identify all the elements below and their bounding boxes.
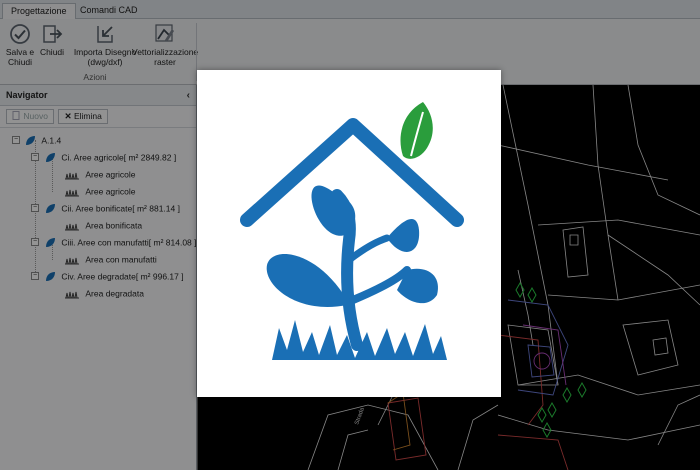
cad-road-label: Strada	[354, 406, 366, 425]
collapse-node-icon[interactable]: −	[31, 153, 39, 161]
house-plant-logo-icon	[240, 102, 464, 360]
navigator-panel: Navigator ‹ Nuovo ✕ Elimina − A.1.4 − Ci…	[0, 85, 197, 470]
leaf-icon	[46, 237, 55, 247]
tree-item[interactable]: Aree agricole	[0, 166, 196, 183]
tree-group[interactable]: − Ciii. Aree con manufatti[ m² 814.08 ]	[0, 234, 197, 251]
tree-item-label: Area bonificata	[85, 220, 143, 231]
tree-item[interactable]: Area degradata	[0, 285, 196, 302]
tree-group-label: Cii. Aree bonificate[ m² 881.14 ]	[61, 203, 180, 214]
collapse-node-icon[interactable]: −	[31, 238, 39, 246]
tree-group-label: Ciii. Aree con manufatti[ m² 814.08 ]	[61, 237, 197, 248]
grass-area-icon	[65, 223, 79, 231]
delete-button-label: Elimina	[73, 111, 102, 121]
delete-button[interactable]: ✕ Elimina	[58, 109, 108, 124]
grass-area-icon	[65, 172, 79, 180]
grass-area-icon	[65, 257, 79, 265]
green-leaf-icon	[400, 102, 433, 159]
vectorize-raster-button[interactable]: Vettorializzazione raster	[132, 22, 198, 67]
tree-group-label: Civ. Aree degradate[ m² 996.17 ]	[61, 271, 184, 282]
collapse-panel-icon[interactable]: ‹	[187, 85, 190, 106]
navigator-title: Navigator	[6, 90, 48, 100]
navigator-tree: − A.1.4 − Ci. Aree agricole[ m² 2849.82 …	[0, 128, 197, 302]
tree-group-label: Ci. Aree agricole[ m² 2849.82 ]	[61, 152, 177, 163]
import-arrow-icon	[97, 26, 113, 43]
collapse-node-icon[interactable]: −	[31, 272, 39, 280]
save-and-close-label-2: Chiudi	[7, 57, 33, 67]
import-drawing-label-2: (dwg/dxf)	[87, 57, 123, 67]
tree-item-label: Aree agricole	[85, 186, 136, 197]
close-label: Chiudi	[39, 47, 65, 57]
leaf-icon	[46, 271, 55, 281]
collapse-node-icon[interactable]: −	[31, 204, 39, 212]
tree-group[interactable]: − Civ. Aree degradate[ m² 996.17 ]	[0, 268, 196, 285]
vectorize-raster-label-2: raster	[154, 57, 176, 67]
ribbon-tab-bar: Progettazione Comandi CAD	[0, 0, 700, 19]
new-button[interactable]: Nuovo	[6, 109, 54, 124]
collapse-node-icon[interactable]: −	[12, 136, 20, 144]
grass-area-icon	[65, 291, 79, 299]
tree-item[interactable]: Aree agricole	[0, 183, 196, 200]
tree-item-label: Aree agricole	[85, 169, 136, 180]
app-logo-card	[197, 70, 501, 397]
navigator-header: Navigator ‹	[0, 85, 196, 106]
save-and-close-label-1: Salva e	[5, 47, 35, 57]
tree-item[interactable]: Area bonificata	[0, 217, 196, 234]
tree-item-label: Area degradata	[85, 288, 144, 299]
vectorize-raster-label-1: Vettorializzazione	[132, 47, 199, 57]
tree-root[interactable]: − A.1.4	[0, 132, 196, 149]
new-button-label: Nuovo	[23, 111, 48, 121]
tree-root-label: A.1.4	[41, 135, 62, 146]
tab-comandi-cad[interactable]: Comandi CAD	[72, 3, 146, 19]
leaf-icon	[46, 203, 55, 213]
new-document-icon	[12, 111, 20, 120]
navigator-toolbar: Nuovo ✕ Elimina	[0, 106, 196, 128]
delete-x-icon: ✕	[64, 111, 72, 121]
leaf-icon	[46, 152, 55, 162]
tree-item[interactable]: Area con manufatti	[0, 251, 196, 268]
tree-group[interactable]: − Cii. Aree bonificate[ m² 881.14 ]	[0, 200, 196, 217]
save-and-close-button[interactable]: Salva e Chiudi	[4, 22, 36, 67]
grass-area-icon	[65, 189, 79, 197]
import-drawing-button[interactable]: Importa Disegno (dwg/dxf)	[68, 22, 142, 67]
close-button[interactable]: Chiudi	[38, 22, 66, 57]
check-circle-icon	[10, 24, 30, 44]
leaf-icon	[26, 135, 35, 145]
tree-group[interactable]: − Ci. Aree agricole[ m² 2849.82 ]	[0, 149, 196, 166]
tree-item-label: Area con manufatti	[85, 254, 157, 265]
exit-arrow-icon	[43, 25, 63, 43]
ribbon-group-label: Azioni	[83, 72, 107, 82]
app-window: Progettazione Comandi CAD Salva e Chiudi…	[0, 0, 700, 470]
import-drawing-label-1: Importa Disegno	[73, 47, 137, 57]
tab-progettazione[interactable]: Progettazione	[2, 3, 76, 19]
vectorize-icon	[155, 24, 174, 42]
